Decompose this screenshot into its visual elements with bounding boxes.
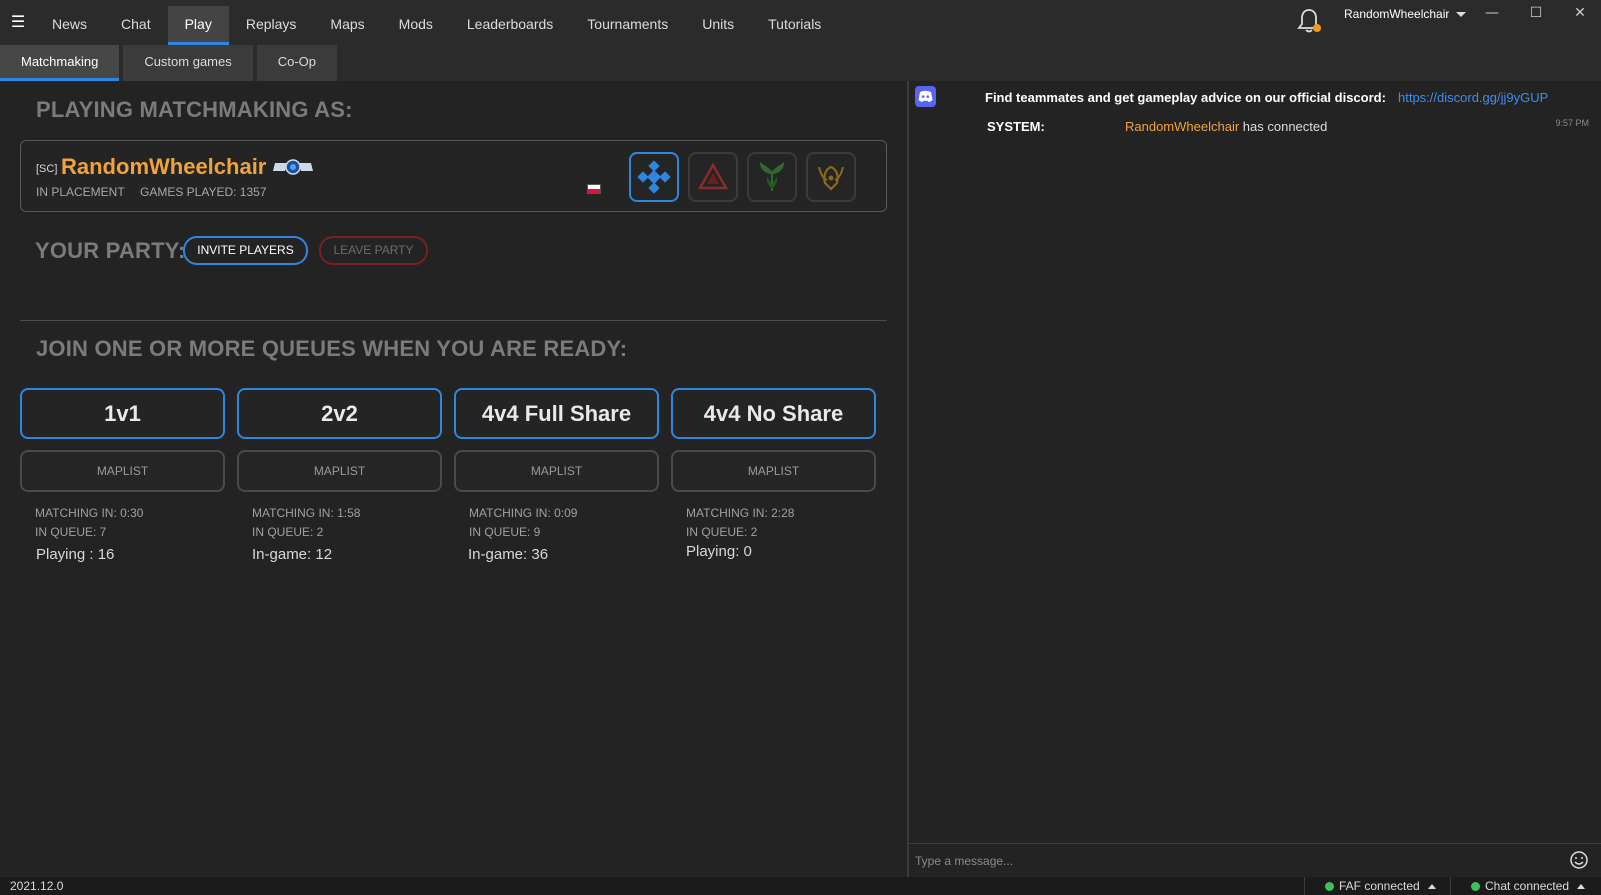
discord-link[interactable]: https://discord.gg/jj9yGUP xyxy=(1398,90,1548,105)
aeon-faction-icon[interactable] xyxy=(747,152,797,202)
matching-time-1v1: MATCHING IN: 0:30 xyxy=(35,506,144,520)
in-queue-4v4-no-share: IN QUEUE: 2 xyxy=(686,525,758,539)
leave-party-button[interactable]: LEAVE PARTY xyxy=(319,236,428,265)
main-navigation-tabs: News Chat Play Replays Maps Mods Leaderb… xyxy=(35,6,838,45)
queue-button-4v4-no-share[interactable]: 4v4 No Share xyxy=(671,388,876,439)
status-separator xyxy=(1450,877,1451,895)
chat-status-dot-icon xyxy=(1471,881,1480,891)
faf-status-label: FAF connected xyxy=(1339,879,1420,893)
discord-icon xyxy=(915,86,936,107)
country-flag-icon xyxy=(587,184,601,194)
invite-players-button[interactable]: INVITE PLAYERS xyxy=(183,236,308,265)
games-played: GAMES PLAYED: 1357 xyxy=(140,185,267,199)
maximize-window-icon[interactable]: ☐ xyxy=(1514,2,1558,24)
chevron-up-icon xyxy=(1577,883,1586,889)
queue-button-4v4-full-share[interactable]: 4v4 Full Share xyxy=(454,388,659,439)
client-version: 2021.12.0 xyxy=(10,879,64,893)
section-divider xyxy=(20,320,887,321)
subtab-custom-games[interactable]: Custom games xyxy=(123,45,253,81)
player-card: [SC] RandomWheelchair IN PLACEMENT GAMES… xyxy=(20,140,887,212)
chat-message-sender: SYSTEM: xyxy=(987,119,1045,134)
username-label: RandomWheelchair xyxy=(1344,7,1450,21)
chat-message-input[interactable] xyxy=(915,851,1545,871)
player-name: RandomWheelchair xyxy=(61,154,267,179)
chat-message-body: has connected xyxy=(1239,119,1328,134)
in-queue-2v2: IN QUEUE: 2 xyxy=(252,525,324,539)
in-queue-4v4-full-share: IN QUEUE: 9 xyxy=(469,525,541,539)
chat-user-link[interactable]: RandomWheelchair xyxy=(1125,119,1239,134)
in-queue-1v1: IN QUEUE: 7 xyxy=(35,525,107,539)
matching-time-4v4-full-share: MATCHING IN: 0:09 xyxy=(469,506,578,520)
matchmaking-panel: PLAYING MATCHMAKING AS: [SC] RandomWheel… xyxy=(0,81,907,877)
top-bar: ☰ News Chat Play Replays Maps Mods Leade… xyxy=(0,0,1601,45)
maplist-button-4v4-no-share[interactable]: MAPLIST xyxy=(671,450,876,492)
emoji-icon[interactable] xyxy=(1569,850,1589,870)
players-status-1v1: Playing : 16 xyxy=(36,546,115,563)
close-window-icon[interactable]: ✕ xyxy=(1558,2,1601,24)
player-avatar-icon xyxy=(273,159,313,175)
players-status-4v4-full-share: In-game: 36 xyxy=(468,546,549,563)
tab-units[interactable]: Units xyxy=(685,6,751,45)
tab-replays[interactable]: Replays xyxy=(229,6,314,45)
discord-invite-text: Find teammates and get gameplay advice o… xyxy=(985,90,1386,105)
matching-time-2v2: MATCHING IN: 1:58 xyxy=(252,506,361,520)
chat-panel: Find teammates and get gameplay advice o… xyxy=(907,81,1601,877)
cybran-faction-icon[interactable] xyxy=(688,152,738,202)
playing-as-title: PLAYING MATCHMAKING AS: xyxy=(36,97,353,122)
chevron-up-icon xyxy=(1427,883,1436,889)
queue-button-2v2[interactable]: 2v2 xyxy=(237,388,442,439)
your-party-title: YOUR PARTY: xyxy=(35,238,186,263)
clan-tag: [SC] xyxy=(36,163,58,175)
tab-leaderboards[interactable]: Leaderboards xyxy=(450,6,570,45)
queue-button-1v1[interactable]: 1v1 xyxy=(20,388,225,439)
status-bar: 2021.12.0 FAF connected Chat connected xyxy=(0,877,1601,895)
faf-status-dot-icon xyxy=(1325,881,1334,891)
players-status-2v2: In-game: 12 xyxy=(252,546,333,563)
status-separator xyxy=(1304,877,1305,895)
user-menu-dropdown[interactable]: RandomWheelchair xyxy=(1344,5,1467,23)
chat-status-label: Chat connected xyxy=(1485,879,1570,893)
chevron-down-icon xyxy=(1456,11,1467,17)
subtab-matchmaking[interactable]: Matchmaking xyxy=(0,45,120,81)
tab-news[interactable]: News xyxy=(35,6,104,45)
uef-faction-icon[interactable] xyxy=(629,152,679,202)
maplist-button-1v1[interactable]: MAPLIST xyxy=(20,450,225,492)
matching-time-4v4-no-share: MATCHING IN: 2:28 xyxy=(686,506,795,520)
seraphim-faction-icon[interactable] xyxy=(806,152,856,202)
tab-play[interactable]: Play xyxy=(167,6,229,45)
minimize-window-icon[interactable]: — xyxy=(1470,2,1514,24)
tab-maps[interactable]: Maps xyxy=(313,6,381,45)
notifications-bell-icon[interactable] xyxy=(1297,8,1321,34)
maplist-button-2v2[interactable]: MAPLIST xyxy=(237,450,442,492)
chat-message-time: 9:57 PM xyxy=(1555,118,1589,128)
placement-status: IN PLACEMENT xyxy=(36,185,125,199)
chat-message-text: RandomWheelchair has connected xyxy=(1125,119,1327,134)
play-sub-navigation: Matchmaking Custom games Co-Op xyxy=(0,45,1601,81)
tab-mods[interactable]: Mods xyxy=(382,6,450,45)
tab-tutorials[interactable]: Tutorials xyxy=(751,6,838,45)
tab-tournaments[interactable]: Tournaments xyxy=(570,6,685,45)
queues-title: JOIN ONE OR MORE QUEUES WHEN YOU ARE REA… xyxy=(36,336,628,361)
chat-connection-status[interactable]: Chat connected xyxy=(1471,879,1586,893)
chat-input-area xyxy=(909,843,1601,877)
tab-chat[interactable]: Chat xyxy=(104,6,168,45)
maplist-button-4v4-full-share[interactable]: MAPLIST xyxy=(454,450,659,492)
faf-connection-status[interactable]: FAF connected xyxy=(1325,879,1436,893)
hamburger-menu-icon[interactable]: ☰ xyxy=(8,12,28,32)
subtab-coop[interactable]: Co-Op xyxy=(256,45,338,81)
notification-dot xyxy=(1313,24,1321,32)
players-status-4v4-no-share: Playing: 0 xyxy=(686,543,752,560)
